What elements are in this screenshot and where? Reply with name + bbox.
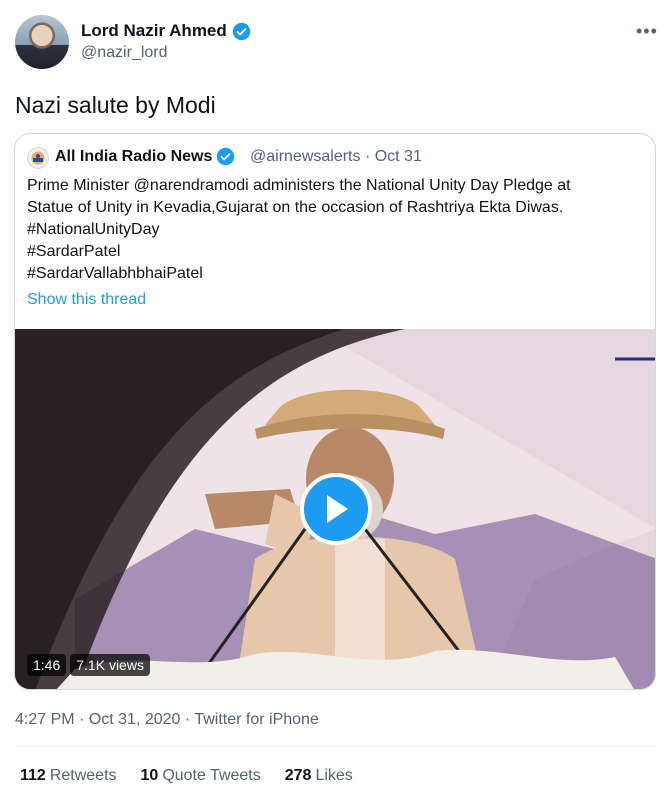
author-avatar[interactable]: [15, 15, 69, 69]
quoted-author-name-row[interactable]: All India Radio News: [55, 147, 235, 166]
likes-count: 278: [284, 767, 312, 784]
video-player[interactable]: 1:46 7.1K views: [15, 329, 655, 689]
radio-logo-icon: [31, 151, 45, 165]
author-name[interactable]: Lord Nazir Ahmed: [81, 21, 227, 41]
quoted-tweet-card[interactable]: All India Radio News @airnewsalerts · Oc…: [14, 133, 656, 690]
tweet-text: Nazi salute by Modi: [15, 92, 216, 118]
quoted-text-line: Statue of Unity in Kevadia,Gujarat on th…: [27, 199, 564, 216]
quote-tweets-label: Quote Tweets: [162, 767, 261, 784]
play-icon: [327, 495, 348, 523]
retweets-count: 112: [20, 767, 46, 784]
quoted-author-avatar[interactable]: [27, 147, 49, 169]
quote-tweets-count: 10: [140, 767, 159, 784]
verified-badge-icon: [232, 22, 250, 40]
author-handle[interactable]: @nazir_lord: [81, 44, 168, 62]
engagement-stats: 112 Retweets 10 Quote Tweets 278 Likes: [20, 767, 353, 785]
retweets-stat[interactable]: 112 Retweets: [20, 767, 117, 785]
video-duration: 1:46: [27, 654, 67, 676]
tweet-timestamp[interactable]: 4:27 PM · Oct 31, 2020 · Twitter for iPh…: [15, 711, 319, 729]
retweets-label: Retweets: [49, 767, 117, 784]
likes-label: Likes: [315, 767, 353, 784]
likes-stat[interactable]: 278 Likes: [285, 767, 353, 785]
hashtag-link[interactable]: #NationalUnityDay: [27, 219, 627, 241]
quoted-handle-date[interactable]: @airnewsalerts · Oct 31: [250, 148, 422, 166]
verified-badge-icon: [217, 147, 235, 166]
quote-tweets-stat[interactable]: 10 Quote Tweets: [141, 767, 261, 785]
divider: [15, 746, 656, 747]
hashtag-link[interactable]: #SardarPatel: [27, 241, 627, 263]
quoted-author-name[interactable]: All India Radio News: [55, 148, 212, 166]
more-options-icon[interactable]: •••: [636, 22, 658, 40]
video-info: 1:46 7.1K views: [27, 654, 150, 676]
hashtag-link[interactable]: #SardarVallabhbhaiPatel: [27, 263, 627, 285]
video-views: 7.1K views: [70, 654, 150, 676]
quoted-tweet-text: Prime Minister @narendramodi administers…: [27, 175, 627, 285]
author-name-row[interactable]: Lord Nazir Ahmed: [81, 21, 251, 41]
quoted-text-line: Prime Minister @narendramodi administers…: [27, 177, 571, 194]
play-button[interactable]: [300, 473, 372, 545]
show-thread-link[interactable]: Show this thread: [27, 291, 146, 309]
